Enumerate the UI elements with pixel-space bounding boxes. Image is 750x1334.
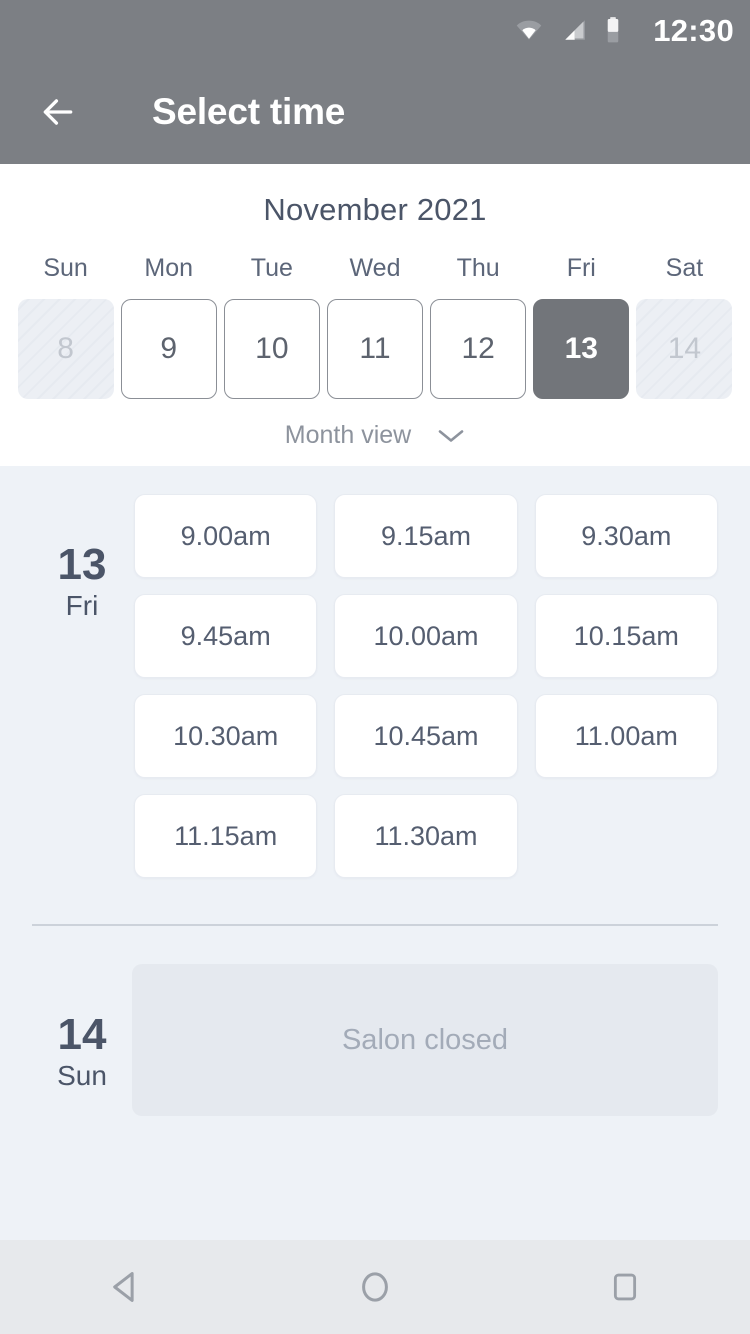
day-cell-slot: 12 bbox=[427, 299, 530, 399]
nav-back-button[interactable] bbox=[65, 1240, 185, 1334]
nav-recents-button[interactable] bbox=[565, 1240, 685, 1334]
weekday-label: Tue bbox=[250, 254, 293, 282]
weekday-label: Mon bbox=[144, 254, 194, 282]
calendar-day-8: 8 bbox=[17, 299, 114, 399]
page-title: Select time bbox=[152, 91, 346, 132]
status-bar-icons: 12:30 bbox=[515, 15, 734, 46]
day-cell-slot: 14 bbox=[633, 299, 736, 399]
weekday-label: Sun bbox=[43, 254, 88, 282]
day-group-14: 14 Sun Salon closed bbox=[0, 926, 750, 1116]
triangle-back-icon bbox=[106, 1268, 144, 1306]
arrow-left-icon bbox=[39, 93, 77, 131]
time-slot[interactable]: 11.00am bbox=[534, 694, 718, 778]
weekday-label: Fri bbox=[566, 254, 596, 282]
day-cell-slot: 11 bbox=[323, 299, 426, 399]
month-view-label: Month view bbox=[284, 421, 412, 449]
calendar-month-title: November 2021 bbox=[263, 192, 487, 227]
day-cell-slot: 10 bbox=[220, 299, 323, 399]
time-slot[interactable]: 11.30am bbox=[334, 794, 518, 878]
day-group-date-label: 14 Sun bbox=[32, 964, 132, 1116]
calendar-day-13-selected[interactable]: 13 bbox=[533, 299, 630, 399]
status-bar: 12:30 bbox=[0, 0, 750, 60]
time-slot[interactable]: 9.15am bbox=[334, 494, 518, 578]
month-view-toggle[interactable]: Month view bbox=[0, 421, 750, 450]
time-slot[interactable]: 10.45am bbox=[334, 694, 518, 778]
day-group-weekday: Fri bbox=[65, 590, 99, 622]
day-group-13: 13 Fri 9.00am 9.15am 9.30am 9.45am 10.00… bbox=[0, 466, 750, 878]
cell-signal-icon bbox=[561, 17, 587, 43]
time-slot-grid: 9.00am 9.15am 9.30am 9.45am 10.00am 10.1… bbox=[132, 494, 718, 878]
wifi-icon bbox=[515, 16, 543, 44]
battery-icon bbox=[605, 16, 621, 44]
day-cell-slot: 13 bbox=[530, 299, 633, 399]
android-nav-bar bbox=[0, 1240, 750, 1334]
time-slot[interactable]: 9.45am bbox=[134, 594, 318, 678]
time-slot[interactable]: 9.30am bbox=[534, 494, 718, 578]
day-group-number: 14 bbox=[57, 1010, 107, 1059]
phone-screen: 12:30 Select time November 2021 Sun Mon … bbox=[0, 0, 750, 1334]
time-slot[interactable]: 10.15am bbox=[534, 594, 718, 678]
calendar-day-9[interactable]: 9 bbox=[120, 299, 217, 399]
day-group-weekday: Sun bbox=[57, 1060, 107, 1092]
nav-home-button[interactable] bbox=[315, 1240, 435, 1334]
day-cell-slot: 8 bbox=[14, 299, 117, 399]
calendar-day-12[interactable]: 12 bbox=[430, 299, 527, 399]
back-button[interactable] bbox=[30, 84, 86, 140]
status-bar-clock: 12:30 bbox=[653, 12, 734, 48]
time-slot[interactable]: 10.00am bbox=[334, 594, 518, 678]
time-slot[interactable]: 10.30am bbox=[134, 694, 318, 778]
time-slot[interactable]: 9.00am bbox=[134, 494, 318, 578]
salon-closed-banner: Salon closed bbox=[132, 964, 718, 1116]
calendar-day-11[interactable]: 11 bbox=[326, 299, 423, 399]
calendar-day-14: 14 bbox=[636, 299, 733, 399]
circle-home-icon bbox=[356, 1268, 394, 1306]
calendar-days-row: 8 9 10 11 12 13 14 bbox=[0, 299, 750, 399]
weekday-label: Wed bbox=[349, 254, 401, 282]
square-recents-icon bbox=[608, 1270, 642, 1304]
schedule-content[interactable]: 13 Fri 9.00am 9.15am 9.30am 9.45am 10.00… bbox=[0, 466, 750, 1240]
weekday-label: Sat bbox=[665, 254, 704, 282]
day-group-number: 13 bbox=[57, 540, 107, 589]
app-bar: Select time bbox=[0, 60, 750, 164]
weekday-header-row: Sun Mon Tue Wed Thu Fri Sat bbox=[0, 254, 750, 283]
day-group-date-label: 13 Fri bbox=[32, 494, 132, 878]
weekday-label: Thu bbox=[456, 254, 500, 282]
chevron-down-icon bbox=[411, 427, 465, 445]
calendar-day-10[interactable]: 10 bbox=[223, 299, 320, 399]
day-cell-slot: 9 bbox=[117, 299, 220, 399]
time-slot[interactable]: 11.15am bbox=[134, 794, 318, 878]
calendar-panel: November 2021 Sun Mon Tue Wed Thu Fri Sa… bbox=[0, 164, 750, 466]
